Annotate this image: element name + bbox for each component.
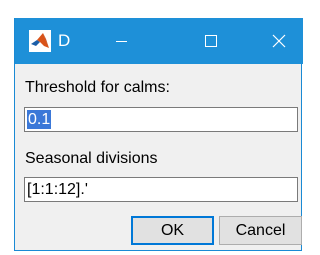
close-button[interactable] [257,18,301,64]
close-icon [272,34,286,48]
window-title: D [58,31,71,50]
seasonal-divisions-input[interactable]: [1:1:12].' [24,177,298,202]
cancel-button[interactable]: Cancel [219,216,302,245]
minimize-icon [116,41,127,42]
minimize-button[interactable] [99,18,143,64]
seasonal-divisions-label: Seasonal divisions [25,150,158,167]
calms-threshold-label: Threshold for calms: [25,79,170,96]
matlab-logo-icon [29,30,51,52]
maximize-button[interactable] [189,18,233,64]
title-bar[interactable]: D [15,18,303,64]
maximize-icon [205,35,217,47]
calms-threshold-value: 0.1 [27,110,52,129]
ok-button[interactable]: OK [131,216,214,245]
dialog-window: D Threshold for calms: 0.1 Seasonal divi… [14,18,303,251]
seasonal-divisions-value: [1:1:12].' [27,181,88,198]
calms-threshold-input[interactable]: 0.1 [24,107,298,132]
